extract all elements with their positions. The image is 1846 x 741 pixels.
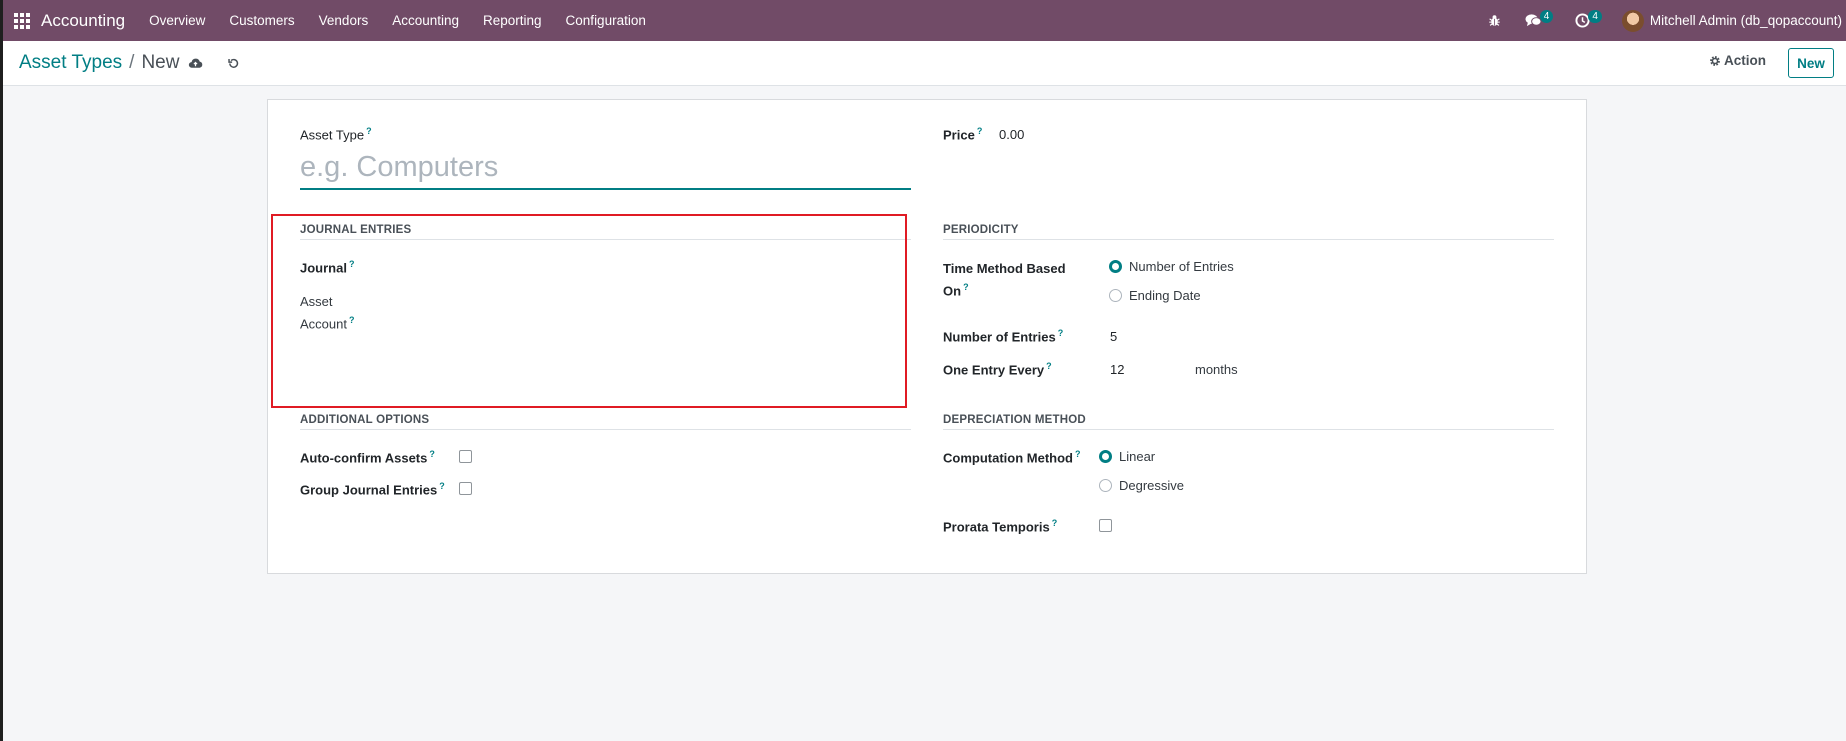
menu-configuration[interactable]: Configuration xyxy=(554,13,658,28)
menu-customers[interactable]: Customers xyxy=(217,13,306,28)
new-button[interactable]: New xyxy=(1788,48,1834,78)
menu-vendors[interactable]: Vendors xyxy=(307,13,381,28)
apps-grid-icon[interactable] xyxy=(14,12,30,29)
one-entry-every-unit-select[interactable]: months xyxy=(1195,362,1238,377)
breadcrumb: Asset Types / New xyxy=(19,52,179,74)
radio-ending-date[interactable] xyxy=(1109,289,1122,302)
depreciation-method-divider xyxy=(943,429,1554,430)
periodicity-divider xyxy=(943,239,1554,240)
price-input[interactable]: 0.00 xyxy=(999,127,1024,142)
breadcrumb-asset-types[interactable]: Asset Types xyxy=(19,52,122,74)
additional-options-divider xyxy=(300,429,911,430)
prorata-temporis-checkbox[interactable] xyxy=(1099,519,1112,532)
action-label: Action xyxy=(1724,53,1766,68)
asset-type-help-icon[interactable]: ? xyxy=(366,126,372,136)
menu-overview[interactable]: Overview xyxy=(137,13,217,28)
radio-degressive[interactable] xyxy=(1099,479,1112,492)
computation-method-help-icon[interactable]: ? xyxy=(1075,449,1081,459)
prorata-temporis-label: Prorata Temporis? xyxy=(943,518,1058,535)
breadcrumb-separator: / xyxy=(129,52,135,73)
number-of-entries-label: Number of Entries? xyxy=(943,328,1064,345)
asset-type-input[interactable]: e.g. Computers xyxy=(300,151,498,184)
radio-degressive-label[interactable]: Degressive xyxy=(1119,478,1184,493)
journal-entries-highlight-box xyxy=(271,214,907,408)
menu-accounting[interactable]: Accounting xyxy=(380,13,471,28)
navbar-systray: 4 4 Mitchell Admin (db_qopaccount) xyxy=(1488,0,1846,41)
control-panel: Asset Types / New Action New xyxy=(3,41,1846,86)
action-button[interactable]: Action xyxy=(1709,53,1766,68)
left-edge xyxy=(0,0,3,741)
activities-badge: 4 xyxy=(1588,10,1602,23)
price-help-icon[interactable]: ? xyxy=(977,126,983,136)
price-label: Price? xyxy=(943,126,983,143)
save-cloud-icon[interactable] xyxy=(185,53,205,73)
user-name: Mitchell Admin (db_qopaccount) xyxy=(1649,13,1842,28)
messages-chat-icon[interactable]: 4 xyxy=(1525,10,1554,28)
additional-options-title: ADDITIONAL OPTIONS xyxy=(300,414,430,426)
number-of-entries-input[interactable]: 5 xyxy=(1110,329,1117,344)
prorata-temporis-help-icon[interactable]: ? xyxy=(1052,518,1058,528)
asset-type-label: Asset Type? xyxy=(300,126,372,143)
radio-number-of-entries-label[interactable]: Number of Entries xyxy=(1129,259,1234,274)
user-menu[interactable]: Mitchell Admin (db_qopaccount) xyxy=(1621,9,1842,32)
menu-reporting[interactable]: Reporting xyxy=(471,13,554,28)
debug-bug-icon[interactable] xyxy=(1488,14,1501,27)
top-navbar: Accounting Overview Customers Vendors Ac… xyxy=(0,0,1846,41)
breadcrumb-current: New xyxy=(141,52,180,73)
time-method-help-icon[interactable]: ? xyxy=(963,282,969,292)
discard-undo-icon[interactable] xyxy=(223,53,243,73)
radio-linear-label[interactable]: Linear xyxy=(1119,449,1155,464)
auto-confirm-checkbox[interactable] xyxy=(459,450,472,463)
one-entry-every-label: One Entry Every? xyxy=(943,361,1052,378)
auto-confirm-help-icon[interactable]: ? xyxy=(429,449,435,459)
group-journal-label: Group Journal Entries? xyxy=(300,481,445,498)
radio-linear[interactable] xyxy=(1099,450,1112,463)
asset-type-underline xyxy=(300,188,911,190)
messages-badge: 4 xyxy=(1539,10,1554,23)
app-name[interactable]: Accounting xyxy=(41,11,125,31)
one-entry-every-help-icon[interactable]: ? xyxy=(1046,361,1052,371)
periodicity-title: PERIODICITY xyxy=(943,224,1019,236)
depreciation-method-title: DEPRECIATION METHOD xyxy=(943,414,1086,426)
radio-number-of-entries[interactable] xyxy=(1109,260,1122,273)
one-entry-every-input[interactable]: 12 xyxy=(1110,362,1124,377)
computation-method-label: Computation Method? xyxy=(943,449,1081,466)
group-journal-checkbox[interactable] xyxy=(459,482,472,495)
main-menu: Overview Customers Vendors Accounting Re… xyxy=(137,13,658,28)
time-method-label: Time Method Based On? xyxy=(943,261,1066,299)
auto-confirm-label: Auto-confirm Assets? xyxy=(300,449,435,466)
gear-icon xyxy=(1710,55,1720,66)
radio-ending-date-label[interactable]: Ending Date xyxy=(1129,288,1201,303)
activities-clock-icon[interactable]: 4 xyxy=(1575,10,1602,28)
number-of-entries-help-icon[interactable]: ? xyxy=(1058,328,1064,338)
group-journal-help-icon[interactable]: ? xyxy=(439,481,445,491)
user-avatar xyxy=(1621,9,1644,32)
